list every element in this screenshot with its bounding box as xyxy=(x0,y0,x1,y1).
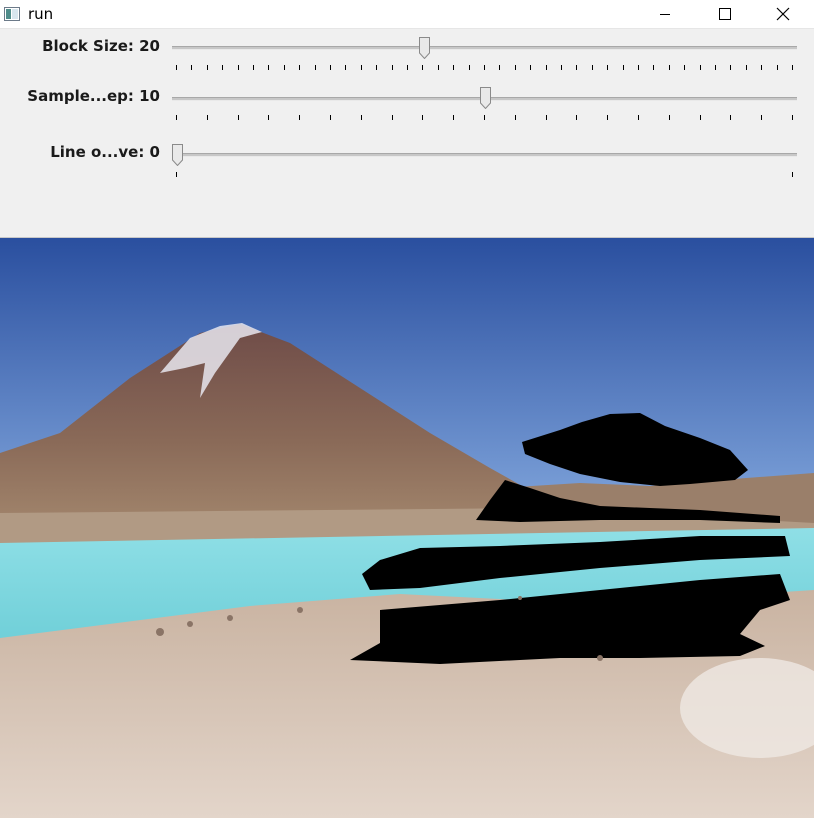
line-overlap-track[interactable] xyxy=(172,153,797,157)
line-overlap-ticks xyxy=(176,172,796,178)
tick-mark xyxy=(315,65,316,70)
tick-mark xyxy=(238,65,239,70)
tick-mark xyxy=(607,65,608,70)
maximize-button[interactable] xyxy=(702,0,748,28)
tick-mark xyxy=(484,65,485,70)
tick-mark xyxy=(669,65,670,70)
tick-mark xyxy=(207,65,208,70)
tick-mark xyxy=(268,65,269,70)
tick-mark xyxy=(453,65,454,70)
tick-mark xyxy=(638,65,639,70)
tick-mark xyxy=(684,65,685,70)
tick-mark xyxy=(546,115,547,120)
tick-mark xyxy=(515,115,516,120)
tick-mark xyxy=(700,65,701,70)
block-size-label: Block Size: 20 xyxy=(42,37,160,55)
tick-mark xyxy=(653,65,654,70)
minimize-button[interactable] xyxy=(642,0,688,28)
tick-mark xyxy=(576,115,577,120)
tick-mark xyxy=(638,115,639,120)
tick-mark xyxy=(330,115,331,120)
tick-mark xyxy=(453,115,454,120)
sample-step-thumb[interactable] xyxy=(480,87,491,109)
tick-mark xyxy=(361,65,362,70)
tick-mark xyxy=(715,65,716,70)
tick-mark xyxy=(607,115,608,120)
tick-mark xyxy=(422,65,423,70)
title-bar: run xyxy=(0,0,814,29)
tick-mark xyxy=(176,65,177,70)
tick-mark xyxy=(592,65,593,70)
tick-mark xyxy=(392,115,393,120)
maximize-icon xyxy=(719,8,731,20)
tick-mark xyxy=(530,65,531,70)
tick-mark xyxy=(407,65,408,70)
window-title: run xyxy=(28,5,54,23)
tick-mark xyxy=(191,65,192,70)
close-icon xyxy=(776,7,790,21)
tick-mark xyxy=(576,65,577,70)
line-overlap-thumb[interactable] xyxy=(172,144,183,166)
line-overlap-label: Line o...ve: 0 xyxy=(50,143,160,161)
tick-mark xyxy=(792,115,793,120)
tick-mark xyxy=(484,115,485,120)
tick-mark xyxy=(376,65,377,70)
tick-mark xyxy=(546,65,547,70)
tick-mark xyxy=(469,65,470,70)
tick-mark xyxy=(238,115,239,120)
tick-mark xyxy=(561,65,562,70)
tick-mark xyxy=(777,65,778,70)
tick-mark xyxy=(345,65,346,70)
tick-mark xyxy=(499,65,500,70)
tick-mark xyxy=(761,65,762,70)
tick-mark xyxy=(222,65,223,70)
sample-step-ticks xyxy=(176,115,796,121)
tick-mark xyxy=(515,65,516,70)
tick-mark xyxy=(761,115,762,120)
tick-mark xyxy=(330,65,331,70)
block-size-thumb[interactable] xyxy=(419,37,430,59)
tick-mark xyxy=(730,65,731,70)
app-icon xyxy=(4,7,20,21)
tick-mark xyxy=(730,115,731,120)
tick-mark xyxy=(623,65,624,70)
tick-mark xyxy=(299,65,300,70)
tick-mark xyxy=(392,65,393,70)
block-size-ticks xyxy=(176,65,796,71)
tick-mark xyxy=(268,115,269,120)
tick-mark xyxy=(284,65,285,70)
tick-mark xyxy=(299,115,300,120)
tick-mark xyxy=(792,172,793,177)
block-size-track[interactable] xyxy=(172,46,797,50)
tick-mark xyxy=(207,115,208,120)
tick-mark xyxy=(361,115,362,120)
tick-mark xyxy=(438,65,439,70)
tick-mark xyxy=(253,65,254,70)
tick-mark xyxy=(792,65,793,70)
sample-step-label: Sample...ep: 10 xyxy=(27,87,160,105)
tick-mark xyxy=(746,65,747,70)
close-button[interactable] xyxy=(760,0,806,28)
minimize-icon xyxy=(660,14,670,15)
tick-mark xyxy=(669,115,670,120)
tick-mark xyxy=(176,115,177,120)
trackbar-panel: Block Size: 20 Sample...ep: 10 Line o...… xyxy=(0,29,814,237)
output-image xyxy=(0,238,814,818)
landscape-image xyxy=(0,238,814,818)
tick-mark xyxy=(176,172,177,177)
tick-mark xyxy=(700,115,701,120)
tick-mark xyxy=(422,115,423,120)
